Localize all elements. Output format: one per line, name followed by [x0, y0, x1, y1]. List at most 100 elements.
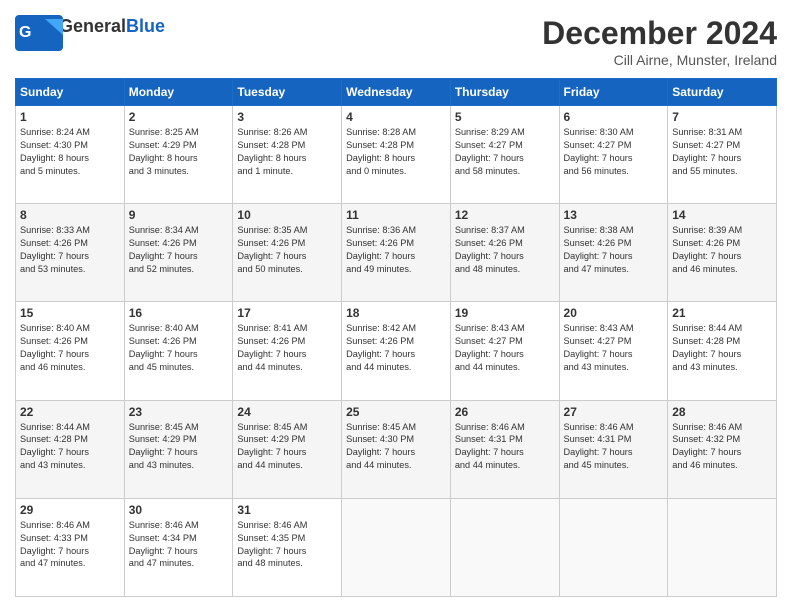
calendar-cell: 11Sunrise: 8:36 AMSunset: 4:26 PMDayligh… — [342, 204, 451, 302]
day-number: 7 — [672, 110, 772, 124]
calendar-week-1: 1 Sunrise: 8:24 AMSunset: 4:30 PMDaylight… — [16, 106, 777, 204]
calendar-cell: 5Sunrise: 8:29 AMSunset: 4:27 PMDaylight… — [450, 106, 559, 204]
calendar-cell: 10 Sunrise: 8:35 AMSunset: 4:26 PMDayligh… — [233, 204, 342, 302]
day-number: 6 — [564, 110, 664, 124]
calendar-cell: 29Sunrise: 8:46 AMSunset: 4:33 PMDayligh… — [16, 498, 125, 596]
day-info: Sunrise: 8:34 AMSunset: 4:26 PMDaylight:… — [129, 224, 229, 276]
day-info: Sunrise: 8:28 AMSunset: 4:28 PMDaylight:… — [346, 126, 446, 178]
day-number: 28 — [672, 405, 772, 419]
day-info: Sunrise: 8:37 AMSunset: 4:26 PMDaylight:… — [455, 224, 555, 276]
day-info: Sunrise: 8:46 AMSunset: 4:34 PMDaylight:… — [129, 519, 229, 571]
day-number: 31 — [237, 503, 337, 517]
calendar-cell: 20 Sunrise: 8:43 AMSunset: 4:27 PMDayligh… — [559, 302, 668, 400]
calendar-cell — [559, 498, 668, 596]
day-info: Sunrise: 8:45 AMSunset: 4:30 PMDaylight:… — [346, 421, 446, 473]
calendar-cell: 14 Sunrise: 8:39 AMSunset: 4:26 PMDayligh… — [668, 204, 777, 302]
day-info: Sunrise: 8:44 AMSunset: 4:28 PMDaylight:… — [20, 421, 120, 473]
calendar-cell: 23 Sunrise: 8:45 AMSunset: 4:29 PMDayligh… — [124, 400, 233, 498]
day-info: Sunrise: 8:31 AMSunset: 4:27 PMDaylight:… — [672, 126, 772, 178]
calendar-cell: 2Sunrise: 8:25 AMSunset: 4:29 PMDaylight… — [124, 106, 233, 204]
calendar-header-row: SundayMondayTuesdayWednesdayThursdayFrid… — [16, 79, 777, 106]
day-info: Sunrise: 8:42 AMSunset: 4:26 PMDaylight:… — [346, 322, 446, 374]
day-header-wednesday: Wednesday — [342, 79, 451, 106]
day-number: 10 — [237, 208, 337, 222]
day-info: Sunrise: 8:33 AMSunset: 4:26 PMDaylight:… — [20, 224, 120, 276]
day-number: 27 — [564, 405, 664, 419]
calendar-cell — [342, 498, 451, 596]
title-block: December 2024 Cill Airne, Munster, Irela… — [542, 15, 777, 68]
day-info: Sunrise: 8:24 AMSunset: 4:30 PMDaylight:… — [20, 126, 120, 178]
day-info: Sunrise: 8:36 AMSunset: 4:26 PMDaylight:… — [346, 224, 446, 276]
day-header-sunday: Sunday — [16, 79, 125, 106]
calendar-table: SundayMondayTuesdayWednesdayThursdayFrid… — [15, 78, 777, 597]
calendar-week-4: 22 Sunrise: 8:44 AMSunset: 4:28 PMDayligh… — [16, 400, 777, 498]
day-number: 22 — [20, 405, 120, 419]
calendar-cell: 15Sunrise: 8:40 AMSunset: 4:26 PMDayligh… — [16, 302, 125, 400]
calendar-week-3: 15Sunrise: 8:40 AMSunset: 4:26 PMDayligh… — [16, 302, 777, 400]
page: G GeneralBlue December 2024 Cill Airne, … — [0, 0, 792, 612]
day-info: Sunrise: 8:46 AMSunset: 4:31 PMDaylight:… — [564, 421, 664, 473]
calendar-cell: 8 Sunrise: 8:33 AMSunset: 4:26 PMDaylight… — [16, 204, 125, 302]
day-info: Sunrise: 8:46 AMSunset: 4:35 PMDaylight:… — [237, 519, 337, 571]
calendar-cell — [668, 498, 777, 596]
logo-blue: Blue — [126, 16, 165, 36]
logo-icon: G — [15, 15, 55, 39]
day-number: 14 — [672, 208, 772, 222]
day-info: Sunrise: 8:26 AMSunset: 4:28 PMDaylight:… — [237, 126, 337, 178]
day-number: 1 — [20, 110, 120, 124]
calendar-cell: 30 Sunrise: 8:46 AMSunset: 4:34 PMDayligh… — [124, 498, 233, 596]
day-number: 4 — [346, 110, 446, 124]
day-header-tuesday: Tuesday — [233, 79, 342, 106]
day-info: Sunrise: 8:39 AMSunset: 4:26 PMDaylight:… — [672, 224, 772, 276]
day-number: 20 — [564, 306, 664, 320]
day-info: Sunrise: 8:46 AMSunset: 4:31 PMDaylight:… — [455, 421, 555, 473]
logo: G GeneralBlue — [15, 15, 165, 39]
calendar-cell: 7 Sunrise: 8:31 AMSunset: 4:27 PMDaylight… — [668, 106, 777, 204]
day-info: Sunrise: 8:35 AMSunset: 4:26 PMDaylight:… — [237, 224, 337, 276]
calendar-cell: 21Sunrise: 8:44 AMSunset: 4:28 PMDayligh… — [668, 302, 777, 400]
day-number: 13 — [564, 208, 664, 222]
day-header-saturday: Saturday — [668, 79, 777, 106]
calendar-cell: 19Sunrise: 8:43 AMSunset: 4:27 PMDayligh… — [450, 302, 559, 400]
calendar-cell: 25 Sunrise: 8:45 AMSunset: 4:30 PMDayligh… — [342, 400, 451, 498]
day-number: 26 — [455, 405, 555, 419]
subtitle: Cill Airne, Munster, Ireland — [542, 52, 777, 68]
day-info: Sunrise: 8:46 AMSunset: 4:32 PMDaylight:… — [672, 421, 772, 473]
calendar-cell: 17 Sunrise: 8:41 AMSunset: 4:26 PMDayligh… — [233, 302, 342, 400]
calendar-cell: 27 Sunrise: 8:46 AMSunset: 4:31 PMDayligh… — [559, 400, 668, 498]
svg-text:G: G — [19, 24, 31, 41]
day-header-monday: Monday — [124, 79, 233, 106]
calendar-cell: 24Sunrise: 8:45 AMSunset: 4:29 PMDayligh… — [233, 400, 342, 498]
day-info: Sunrise: 8:25 AMSunset: 4:29 PMDaylight:… — [129, 126, 229, 178]
day-number: 17 — [237, 306, 337, 320]
day-header-friday: Friday — [559, 79, 668, 106]
day-info: Sunrise: 8:46 AMSunset: 4:33 PMDaylight:… — [20, 519, 120, 571]
header: G GeneralBlue December 2024 Cill Airne, … — [15, 15, 777, 68]
day-info: Sunrise: 8:45 AMSunset: 4:29 PMDaylight:… — [237, 421, 337, 473]
day-info: Sunrise: 8:38 AMSunset: 4:26 PMDaylight:… — [564, 224, 664, 276]
logo-text-block: GeneralBlue — [59, 17, 165, 37]
calendar-cell: 6Sunrise: 8:30 AMSunset: 4:27 PMDaylight… — [559, 106, 668, 204]
day-info: Sunrise: 8:41 AMSunset: 4:26 PMDaylight:… — [237, 322, 337, 374]
calendar-cell: 4 Sunrise: 8:28 AMSunset: 4:28 PMDaylight… — [342, 106, 451, 204]
day-number: 16 — [129, 306, 229, 320]
day-info: Sunrise: 8:45 AMSunset: 4:29 PMDaylight:… — [129, 421, 229, 473]
calendar-week-2: 8 Sunrise: 8:33 AMSunset: 4:26 PMDaylight… — [16, 204, 777, 302]
calendar-cell: 28 Sunrise: 8:46 AMSunset: 4:32 PMDayligh… — [668, 400, 777, 498]
calendar-cell: 18Sunrise: 8:42 AMSunset: 4:26 PMDayligh… — [342, 302, 451, 400]
day-info: Sunrise: 8:43 AMSunset: 4:27 PMDaylight:… — [564, 322, 664, 374]
calendar-cell: 12 Sunrise: 8:37 AMSunset: 4:26 PMDayligh… — [450, 204, 559, 302]
calendar-cell: 13 Sunrise: 8:38 AMSunset: 4:26 PMDayligh… — [559, 204, 668, 302]
day-number: 8 — [20, 208, 120, 222]
day-number: 25 — [346, 405, 446, 419]
day-number: 23 — [129, 405, 229, 419]
day-number: 12 — [455, 208, 555, 222]
day-info: Sunrise: 8:40 AMSunset: 4:26 PMDaylight:… — [20, 322, 120, 374]
calendar-cell: 1 Sunrise: 8:24 AMSunset: 4:30 PMDaylight… — [16, 106, 125, 204]
day-number: 30 — [129, 503, 229, 517]
day-number: 19 — [455, 306, 555, 320]
logo-general: General — [59, 16, 126, 36]
day-number: 9 — [129, 208, 229, 222]
day-info: Sunrise: 8:29 AMSunset: 4:27 PMDaylight:… — [455, 126, 555, 178]
day-number: 21 — [672, 306, 772, 320]
